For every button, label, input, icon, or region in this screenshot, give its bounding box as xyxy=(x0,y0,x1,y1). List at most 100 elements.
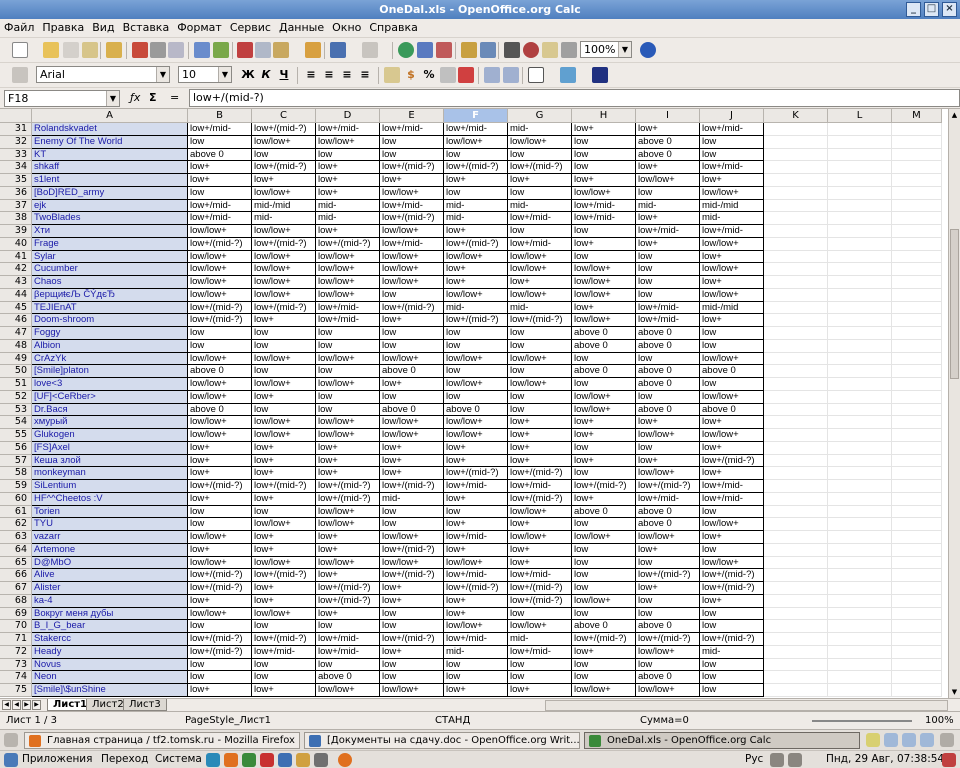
cell[interactable]: mid- xyxy=(380,492,444,506)
cell[interactable]: mid- xyxy=(508,301,572,315)
cell[interactable]: low+ xyxy=(508,556,572,570)
cell[interactable]: low/low+ xyxy=(572,276,636,289)
empty-cell[interactable] xyxy=(764,403,828,417)
task-firefox[interactable]: Главная страница / tf2.tomsk.ru - Mozill… xyxy=(24,732,300,749)
sum-icon[interactable]: Σ xyxy=(149,91,157,104)
cell[interactable]: low+ xyxy=(572,645,636,659)
empty-cell[interactable] xyxy=(828,556,892,570)
cell[interactable]: low/low+ xyxy=(316,352,380,366)
cell[interactable]: low+/mid- xyxy=(700,161,764,174)
row-header[interactable]: 51 xyxy=(0,378,32,391)
cell[interactable]: low/low+ xyxy=(316,556,380,570)
cell[interactable]: low/low+ xyxy=(508,288,572,302)
cell[interactable]: low xyxy=(380,607,444,621)
cell[interactable]: low xyxy=(572,556,636,570)
places-menu[interactable]: Переход xyxy=(101,753,148,765)
cell[interactable]: low xyxy=(380,327,444,340)
cell[interactable]: low+ xyxy=(252,390,316,404)
cell[interactable]: low xyxy=(380,505,444,519)
cell[interactable]: low/low+ xyxy=(508,250,572,264)
justify-icon[interactable]: ≡ xyxy=(357,67,373,83)
empty-cell[interactable] xyxy=(892,454,942,468)
cell[interactable]: low+/(mid-?) xyxy=(380,480,444,493)
cell[interactable]: low/low+ xyxy=(188,276,252,289)
empty-cell[interactable] xyxy=(892,123,942,136)
decrease-indent-icon[interactable] xyxy=(484,67,500,83)
chart-icon[interactable] xyxy=(461,42,477,58)
open-folder-icon[interactable] xyxy=(43,42,59,58)
row-header[interactable]: 54 xyxy=(0,416,32,429)
empty-cell[interactable] xyxy=(764,186,828,200)
cell[interactable]: low xyxy=(572,607,636,621)
autospellcheck-icon[interactable] xyxy=(213,42,229,58)
empty-cell[interactable] xyxy=(764,174,828,187)
empty-cell[interactable] xyxy=(828,378,892,391)
cell[interactable]: low xyxy=(380,518,444,531)
cell[interactable]: above 0 xyxy=(636,135,700,149)
cell[interactable]: low+ xyxy=(252,594,316,608)
empty-cell[interactable] xyxy=(764,505,828,519)
cell[interactable]: low+ xyxy=(444,492,508,506)
cell[interactable]: low+ xyxy=(636,123,700,136)
cell[interactable]: low+ xyxy=(444,225,508,238)
cell[interactable]: low/low+ xyxy=(444,288,508,302)
cell[interactable]: low+/(mid-?) xyxy=(380,161,444,174)
cell[interactable]: low/low+ xyxy=(572,390,636,404)
cell[interactable]: low xyxy=(700,327,764,340)
cell[interactable]: low+/(mid-?) xyxy=(252,480,316,493)
cell[interactable]: low+ xyxy=(380,467,444,480)
empty-cell[interactable] xyxy=(764,416,828,429)
empty-cell[interactable] xyxy=(764,454,828,468)
zoom-slider[interactable] xyxy=(812,720,912,722)
cell[interactable]: low+/mid- xyxy=(444,569,508,582)
cell[interactable]: low+/mid- xyxy=(636,314,700,327)
empty-cell[interactable] xyxy=(764,250,828,264)
row-header[interactable]: 67 xyxy=(0,582,32,595)
player-name-cell[interactable]: TwoBlades xyxy=(32,212,188,225)
empty-cell[interactable] xyxy=(892,263,942,276)
player-name-cell[interactable]: Rolandskvadet xyxy=(32,123,188,136)
empty-cell[interactable] xyxy=(892,212,942,225)
cell[interactable]: low+/(mid-?) xyxy=(636,480,700,493)
empty-cell[interactable] xyxy=(828,339,892,353)
empty-cell[interactable] xyxy=(764,365,828,378)
cell[interactable]: low/low+ xyxy=(444,135,508,149)
cell[interactable]: low+ xyxy=(508,174,572,187)
font-color-icon[interactable] xyxy=(592,67,608,83)
cell[interactable]: low xyxy=(316,327,380,340)
row-header[interactable]: 68 xyxy=(0,594,32,608)
empty-cell[interactable] xyxy=(764,607,828,621)
cell[interactable]: low+/(mid-?) xyxy=(444,237,508,251)
cell[interactable]: low+ xyxy=(316,531,380,544)
cell[interactable]: low xyxy=(636,288,700,302)
column-header[interactable]: J xyxy=(700,109,764,123)
player-name-cell[interactable]: Doom-shroom xyxy=(32,314,188,327)
cell[interactable]: above 0 xyxy=(188,148,252,162)
cell[interactable]: low+ xyxy=(444,518,508,531)
launcher-icon[interactable] xyxy=(242,753,256,767)
cell[interactable]: low+ xyxy=(380,645,444,659)
empty-cell[interactable] xyxy=(828,620,892,633)
cell[interactable]: low/low+ xyxy=(252,276,316,289)
player-name-cell[interactable]: KT xyxy=(32,148,188,162)
cell[interactable]: low+/(mid-?) xyxy=(508,492,572,506)
font-size-select[interactable]: 10 ▼ xyxy=(178,66,232,83)
cell[interactable]: low+ xyxy=(380,441,444,455)
row-header[interactable]: 60 xyxy=(0,492,32,506)
paste-icon[interactable] xyxy=(273,42,289,58)
cell[interactable]: low+ xyxy=(188,441,252,455)
row-header[interactable]: 37 xyxy=(0,199,32,213)
cell[interactable]: mid-/mid xyxy=(252,199,316,213)
menu-item[interactable]: Правка xyxy=(38,19,88,37)
draw-functions-icon[interactable] xyxy=(480,42,496,58)
empty-cell[interactable] xyxy=(892,620,942,633)
cell[interactable]: low+/mid- xyxy=(508,237,572,251)
cell[interactable]: low/low+ xyxy=(252,135,316,149)
cell[interactable]: low+ xyxy=(700,416,764,429)
cell[interactable]: low+/(mid-?) xyxy=(188,582,252,595)
cell[interactable]: low xyxy=(252,671,316,684)
power-icon[interactable] xyxy=(942,753,956,767)
cell[interactable]: low/low+ xyxy=(252,352,316,366)
cell[interactable]: low xyxy=(636,390,700,404)
cell[interactable]: low/low+ xyxy=(380,276,444,289)
